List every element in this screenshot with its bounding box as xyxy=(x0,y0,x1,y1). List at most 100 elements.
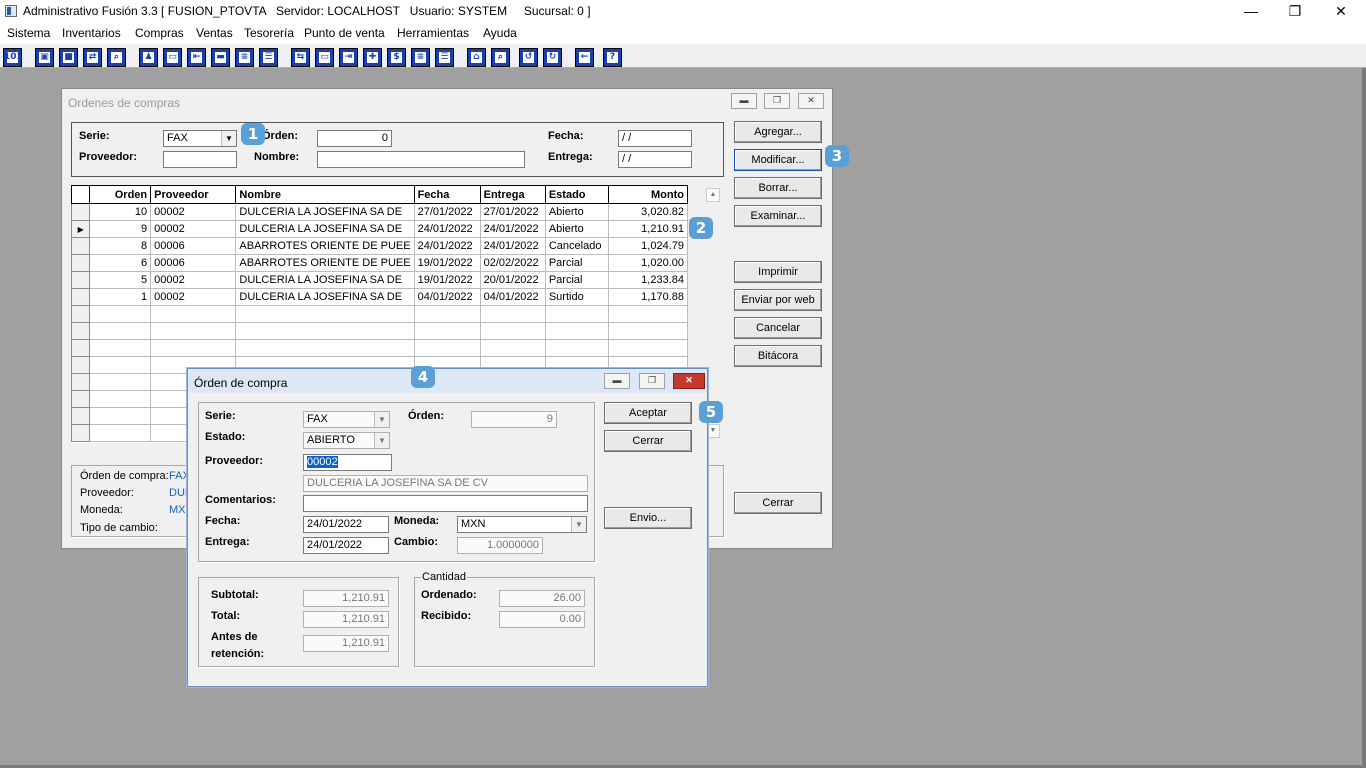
borrar-button[interactable]: Borrar... xyxy=(734,177,822,199)
header-entrega[interactable]: Entrega xyxy=(479,185,546,204)
toolbar-button-users-icon[interactable]: ⇆ xyxy=(291,48,310,67)
agregar-button[interactable]: Agregar... xyxy=(734,121,822,143)
table-row[interactable]: 1 00002 DULCERIA LA JOSEFINA SA DE 04/01/20… xyxy=(71,288,688,306)
row-indicator[interactable] xyxy=(71,305,91,323)
enviar-por-web-button[interactable]: Enviar por web xyxy=(734,289,822,311)
toolbar-button-in-icon[interactable]: ⇤ xyxy=(187,48,206,67)
toolbar-button-redo-icon[interactable]: ↻ xyxy=(543,48,562,67)
serie-select[interactable]: FAX ▼ xyxy=(163,130,237,147)
table-row[interactable]: 10 00002 DULCERIA LA JOSEFINA SA DE 27/01/2… xyxy=(71,203,688,221)
dialog-proveedor-input[interactable]: 00002 xyxy=(303,454,392,471)
orders-close-button[interactable]: ✕ xyxy=(798,93,824,109)
toolbar-button-list-icon[interactable]: ☰ xyxy=(259,48,278,67)
modificar-button[interactable]: Modificar... xyxy=(734,149,822,171)
row-indicator[interactable] xyxy=(71,407,91,425)
header-nombre[interactable]: Nombre xyxy=(235,185,415,204)
table-row[interactable]: 8 00006 ABARROTES ORIENTE DE PUEE 24/01/202… xyxy=(71,237,688,255)
aceptar-button[interactable]: Aceptar xyxy=(604,402,692,424)
toolbar-button-back-icon[interactable]: ← xyxy=(575,48,594,67)
toolbar-button-save-icon[interactable]: ■ xyxy=(59,48,78,67)
menu-tesoreria[interactable]: Tesorería xyxy=(244,26,294,40)
toolbar-button-home-icon[interactable]: ⌂ xyxy=(467,48,486,67)
toolbar: 101 ▣ ■ ⇄ ⌕ ♟ ▭ ⇤ ▬ ≡ ☰ ⇆ ▭ ⇥ ✚ $ ≡ ☰ ⌂ … xyxy=(0,44,1366,68)
row-indicator[interactable] xyxy=(71,288,91,306)
row-indicator[interactable] xyxy=(71,356,91,374)
header-fecha[interactable]: Fecha xyxy=(413,185,481,204)
restore-button[interactable]: ❐ xyxy=(1272,0,1318,24)
menu-punto-de-venta[interactable]: Punto de venta xyxy=(304,26,385,40)
header-estado[interactable]: Estado xyxy=(544,185,609,204)
toolbar-button-zoom-icon[interactable]: ⌕ xyxy=(491,48,510,67)
toolbar-button-folder-icon[interactable]: ▭ xyxy=(163,48,182,67)
row-indicator[interactable] xyxy=(71,203,91,221)
menu-ayuda[interactable]: Ayuda xyxy=(483,26,517,40)
dialog-fecha-input[interactable]: 24/01/2022 xyxy=(303,516,389,533)
menu-inventarios[interactable]: Inventarios xyxy=(62,26,121,40)
dialog-minimize-button[interactable]: ▬ xyxy=(604,373,630,389)
dialog-entrega-input[interactable]: 24/01/2022 xyxy=(303,537,389,554)
header-monto[interactable]: Monto xyxy=(607,185,688,204)
row-indicator[interactable] xyxy=(71,237,91,255)
cerrar-button[interactable]: Cerrar xyxy=(734,492,822,514)
table-row[interactable]: ▶ 9 00002 DULCERIA LA JOSEFINA SA DE 24/01/2… xyxy=(71,220,688,238)
toolbar-button-out-icon[interactable]: ⇥ xyxy=(339,48,358,67)
row-indicator[interactable] xyxy=(71,271,91,289)
toolbar-button-box-icon[interactable]: ▭ xyxy=(315,48,334,67)
dialog-restore-button[interactable]: ❐ xyxy=(639,373,665,389)
toolbar-button-report-icon[interactable]: ≡ xyxy=(411,48,430,67)
examinar-button[interactable]: Examinar... xyxy=(734,205,822,227)
orders-minimize-button[interactable]: ▬ xyxy=(731,93,757,109)
toolbar-button-print-icon[interactable]: ▬ xyxy=(211,48,230,67)
menu-sistema[interactable]: Sistema xyxy=(7,26,50,40)
envio-button[interactable]: Envio... xyxy=(604,507,692,529)
toolbar-button-search-icon[interactable]: ⌕ xyxy=(107,48,126,67)
fecha-input[interactable]: / / xyxy=(618,130,692,147)
toolbar-button-help-icon[interactable]: ? xyxy=(603,48,622,67)
row-indicator[interactable] xyxy=(71,254,91,272)
toolbar-button-table-icon[interactable]: ☰ xyxy=(435,48,454,67)
dialog-moneda-select[interactable]: MXN ▼ xyxy=(457,516,587,533)
toolbar-button-info-icon[interactable]: 101 xyxy=(3,48,23,67)
entrega-input[interactable]: / / xyxy=(618,151,692,168)
row-indicator[interactable] xyxy=(71,339,91,357)
row-indicator[interactable] xyxy=(71,424,91,442)
toolbar-button-user-icon[interactable]: ♟ xyxy=(139,48,158,67)
bitacora-button[interactable]: Bitácora xyxy=(734,345,822,367)
menu-compras[interactable]: Compras xyxy=(135,26,184,40)
orders-restore-button[interactable]: ❐ xyxy=(764,93,790,109)
cancelar-button[interactable]: Cancelar xyxy=(734,317,822,339)
dialog-estado-select[interactable]: ABIERTO ▼ xyxy=(303,432,390,449)
toolbar-button-money-icon[interactable]: $ xyxy=(387,48,406,67)
toolbar-button-transfer-icon[interactable]: ⇄ xyxy=(83,48,102,67)
toolbar-button-copy-icon[interactable]: ▣ xyxy=(35,48,54,67)
dialog-close-button[interactable]: ✕ xyxy=(673,373,705,389)
dialog-cerrar-button[interactable]: Cerrar xyxy=(604,430,692,452)
toolbar-button-refresh-icon[interactable]: ↺ xyxy=(519,48,538,67)
row-indicator[interactable] xyxy=(71,390,91,408)
toolbar-button-document-icon[interactable]: ≡ xyxy=(235,48,254,67)
empty-table-row[interactable] xyxy=(71,322,688,340)
row-indicator[interactable] xyxy=(71,373,91,391)
imprimir-button[interactable]: Imprimir xyxy=(734,261,822,283)
menu-herramientas[interactable]: Herramientas xyxy=(397,26,469,40)
table-row[interactable]: 6 00006 ABARROTES ORIENTE DE PUEE 19/01/202… xyxy=(71,254,688,272)
toolbar-button-add-icon[interactable]: ✚ xyxy=(363,48,382,67)
dialog-orden-input[interactable]: 9 xyxy=(471,411,557,428)
empty-table-row[interactable] xyxy=(71,305,688,323)
header-proveedor[interactable]: Proveedor xyxy=(150,185,237,204)
dialog-serie-select[interactable]: FAX ▼ xyxy=(303,411,390,428)
close-button[interactable]: ✕ xyxy=(1318,0,1364,24)
dialog-comentarios-input[interactable] xyxy=(303,495,588,512)
nombre-input[interactable] xyxy=(317,151,525,168)
proveedor-input[interactable] xyxy=(163,151,237,168)
scroll-down-icon[interactable]: ▼ xyxy=(706,424,720,438)
row-indicator[interactable] xyxy=(71,322,91,340)
row-indicator[interactable]: ▶ xyxy=(71,220,91,238)
table-row[interactable]: 5 00002 DULCERIA LA JOSEFINA SA DE 19/01/20… xyxy=(71,271,688,289)
orden-input[interactable]: 0 xyxy=(317,130,392,147)
empty-table-row[interactable] xyxy=(71,339,688,357)
scroll-up-icon[interactable]: ▲ xyxy=(706,188,720,202)
menu-ventas[interactable]: Ventas xyxy=(196,26,233,40)
header-orden[interactable]: Orden xyxy=(89,185,152,204)
minimize-button[interactable]: — xyxy=(1228,0,1274,24)
